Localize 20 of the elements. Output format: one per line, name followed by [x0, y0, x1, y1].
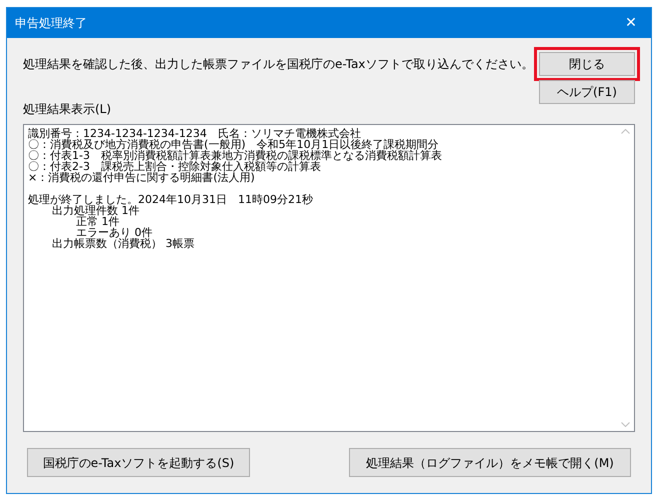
- log-line: 出力処理件数 1件: [52, 205, 140, 216]
- window-title: 申告処理終了: [15, 15, 87, 32]
- log-line: 処理が終了しました。2024年10月31日 11時09分21秒: [28, 194, 314, 205]
- log-line: 識別番号：1234-1234-1234-1234 氏名：ソリマチ電機株式会社: [28, 128, 361, 139]
- log-line: 〇：付表2-3 課税売上割合・控除対象仕入税額等の計算表: [28, 161, 321, 172]
- open-log-button[interactable]: 処理結果（ログファイル）をメモ帳で開く(M): [349, 448, 631, 477]
- close-button[interactable]: ✕: [611, 8, 651, 38]
- section-label: 処理結果表示(L): [23, 101, 112, 118]
- scroll-up-icon[interactable]: [621, 129, 630, 134]
- launch-button[interactable]: 国税庁のe-Taxソフトを起動する(S): [27, 448, 250, 477]
- log-line: 正常 1件: [76, 216, 120, 227]
- scroll-down-icon[interactable]: [621, 422, 630, 427]
- help-button[interactable]: ヘルプ(F1): [539, 80, 635, 104]
- log-line: ×：消費税の還付申告に関する明細書(法人用): [28, 172, 255, 183]
- log-line: エラーあり 0件: [76, 227, 154, 238]
- log-line: 〇：付表1-3 税率別消費税額計算表兼地方消費税の課税標準となる消費税額計算表: [28, 150, 443, 161]
- log-line: 〇：消費税及び地方消費税の申告書(一般用) 令和5年10月1日以後終了課税期間分: [28, 139, 439, 150]
- log-line: 出力帳票数（消費税） 3帳票: [51, 238, 196, 249]
- result-text-area[interactable]: [23, 124, 635, 432]
- instruction-text: 処理結果を確認した後、出力した帳票ファイルを国税庁のe-Taxソフトで取り込んでください。: [23, 56, 534, 73]
